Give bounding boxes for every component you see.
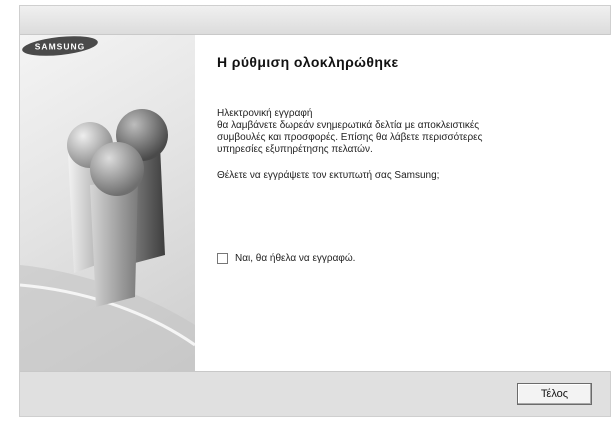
description-line: θα λαμβάνετε δωρεάν ενημερωτικά δελτία μ… [217, 120, 480, 131]
samsung-logo: SAMSUNG [22, 36, 98, 56]
description-line: συμβουλές και προσφορές. Επίσης θα λάβετ… [217, 132, 483, 143]
center-figure-body [90, 180, 138, 307]
finish-button[interactable]: Τέλος [517, 383, 592, 405]
button-bar: Τέλος [20, 371, 610, 416]
center-figure-head [90, 142, 144, 196]
title-bar [20, 6, 610, 35]
page-title: Η ρύθμιση ολοκληρώθηκε [217, 54, 399, 70]
content-panel: Η ρύθμιση ολοκληρώθηκε Ηλεκτρονική εγγρα… [195, 35, 612, 371]
setup-dialog: SAMSUNG Η ρύθμιση ολοκληρώθηκε Ηλεκτρονι… [19, 5, 612, 417]
people-figures-illustration [20, 109, 195, 371]
svg-text:SAMSUNG: SAMSUNG [35, 42, 85, 52]
register-checkbox[interactable] [217, 253, 228, 264]
register-option[interactable]: Ναι, θα ήθελα να εγγραφώ. [217, 253, 355, 264]
description-line: υπηρεσίες εξυπηρέτησης πελατών. [217, 144, 373, 155]
register-checkbox-label[interactable]: Ναι, θα ήθελα να εγγραφώ. [235, 253, 355, 264]
registration-description: Ηλεκτρονική εγγραφή θα λαμβάνετε δωρεάν … [217, 108, 602, 156]
sidebar-illustration-panel: SAMSUNG [20, 35, 195, 371]
description-line: Ηλεκτρονική εγγραφή [217, 108, 313, 119]
registration-question: Θέλετε να εγγράψετε τον εκτυπωτή σας Sam… [217, 170, 440, 181]
